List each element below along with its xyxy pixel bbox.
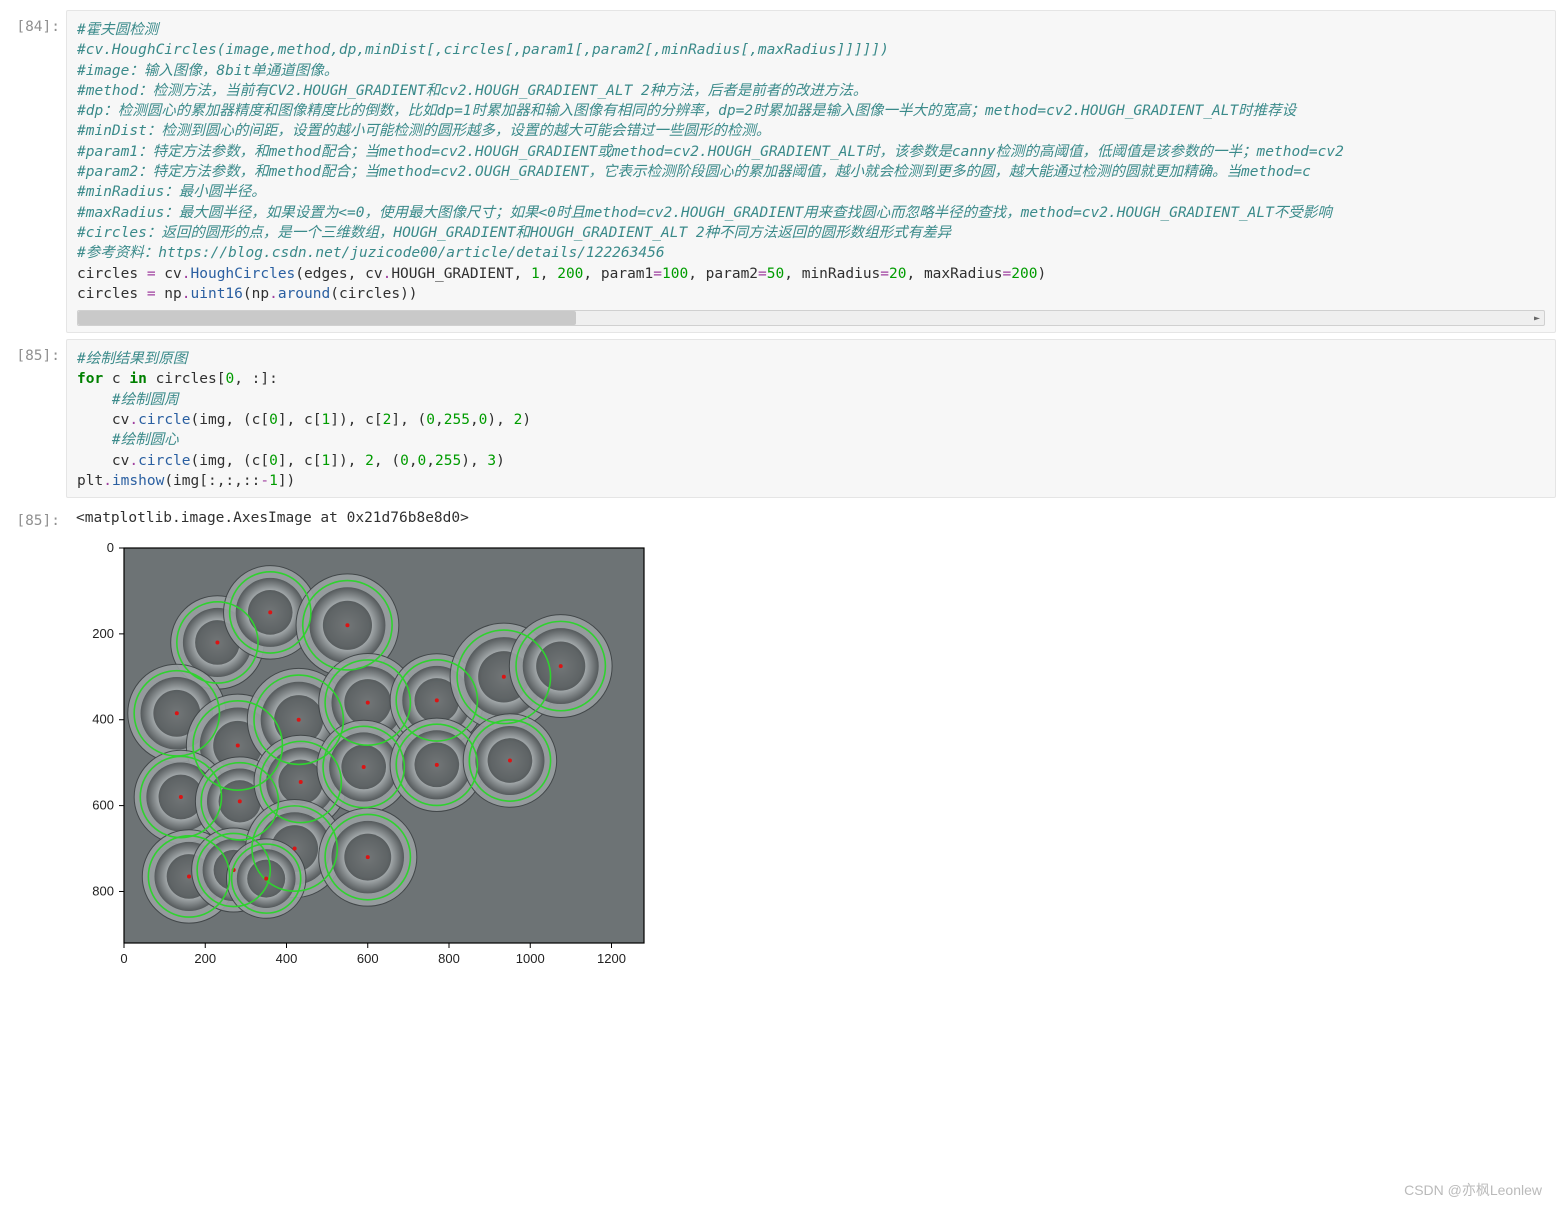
comment: #minDist：检测到圆心的间距，设置的越小可能检测的圆形越多，设置的越大可能…	[77, 121, 1545, 141]
comment: #绘制圆心	[77, 430, 1545, 450]
comment: #参考资料：https://blog.csdn.net/juzicode00/a…	[77, 243, 1545, 263]
scrollbar-thumb[interactable]	[78, 311, 576, 325]
code-line: circles = cv.HoughCircles(edges, cv.HOUG…	[77, 264, 1545, 284]
comment: #dp：检测圆心的累加器精度和图像精度比的倒数，比如dp=1时累加器和输入图像有…	[77, 101, 1545, 121]
svg-text:200: 200	[92, 626, 114, 641]
comment: #绘制圆周	[77, 390, 1545, 410]
comment: #param1：特定方法参数，和method配合；当method=cv2.HOU…	[77, 142, 1545, 162]
code-cell-84: [84]: #霍夫圆检测#cv.HoughCircles(image,metho…	[0, 10, 1556, 333]
code-line: circles = np.uint16(np.around(circles))	[77, 284, 1545, 304]
code-line: cv.circle(img, (c[0], c[1]), 2, (0,0,255…	[77, 451, 1545, 471]
comment: #cv.HoughCircles(image,method,dp,minDist…	[77, 40, 1545, 60]
notebook: [84]: #霍夫圆检测#cv.HoughCircles(image,metho…	[0, 0, 1556, 1014]
comment: #绘制结果到原图	[77, 349, 1545, 369]
comment: #image：输入图像，8bit单通道图像。	[77, 61, 1545, 81]
plot-output: 0 200 400 600 800 1000 1200 0 200 400 600 800	[66, 538, 1556, 988]
code-line: plt.imshow(img[:,:,::-1])	[77, 471, 1545, 491]
svg-text:400: 400	[276, 951, 298, 966]
svg-text:800: 800	[92, 884, 114, 899]
comment: #minRadius：最小圆半径。	[77, 182, 1545, 202]
prompt-empty	[0, 538, 66, 547]
horizontal-scrollbar[interactable]: ◄ ►	[77, 310, 1545, 326]
comment: #method：检测方法，当前有CV2.HOUGH_GRADIENT和cv2.H…	[77, 81, 1545, 101]
svg-text:0: 0	[120, 951, 127, 966]
comment: #maxRadius：最大圆半径，如果设置为<=0，使用最大图像尺寸；如果<0时…	[77, 203, 1545, 223]
svg-text:600: 600	[357, 951, 379, 966]
svg-text:200: 200	[194, 951, 216, 966]
prompt-85-out: [85]:	[0, 504, 66, 529]
svg-text:0: 0	[107, 540, 114, 555]
prompt-84: [84]:	[0, 10, 66, 35]
svg-text:1200: 1200	[597, 951, 626, 966]
matplotlib-figure: 0 200 400 600 800 1000 1200 0 200 400 600 800	[76, 538, 666, 988]
code-area-85[interactable]: #绘制结果到原图for c in circles[0, :]: #绘制圆周 cv…	[66, 339, 1556, 498]
code-line: cv.circle(img, (c[0], c[1]), c[2], (0,25…	[77, 410, 1545, 430]
output-cell-85-plot: 0 200 400 600 800 1000 1200 0 200 400 600 800	[0, 538, 1556, 988]
output-text: <matplotlib.image.AxesImage at 0x21d76b8…	[66, 504, 1556, 532]
svg-text:400: 400	[92, 712, 114, 727]
output-cell-85-text: [85]: <matplotlib.image.AxesImage at 0x2…	[0, 504, 1556, 532]
code-cell-85: [85]: #绘制结果到原图for c in circles[0, :]: #绘…	[0, 339, 1556, 498]
code-85[interactable]: #绘制结果到原图for c in circles[0, :]: #绘制圆周 cv…	[77, 349, 1545, 491]
code-84[interactable]: #霍夫圆检测#cv.HoughCircles(image,method,dp,m…	[77, 20, 1545, 304]
svg-text:600: 600	[92, 798, 114, 813]
comment: #circles：返回的圆形的点，是一个三维数组，HOUGH_GRADIENT和…	[77, 223, 1545, 243]
prompt-85: [85]:	[0, 339, 66, 364]
comment: #霍夫圆检测	[77, 20, 1545, 40]
scroll-right-arrow-icon[interactable]: ►	[1530, 311, 1544, 325]
svg-text:1000: 1000	[516, 951, 545, 966]
comment: #param2：特定方法参数，和method配合；当method=cv2.OUG…	[77, 162, 1545, 182]
watermark: CSDN @亦枫Leonlew	[1404, 1180, 1542, 1200]
svg-text:800: 800	[438, 951, 460, 966]
code-line: for c in circles[0, :]:	[77, 369, 1545, 389]
code-area-84[interactable]: #霍夫圆检测#cv.HoughCircles(image,method,dp,m…	[66, 10, 1556, 333]
